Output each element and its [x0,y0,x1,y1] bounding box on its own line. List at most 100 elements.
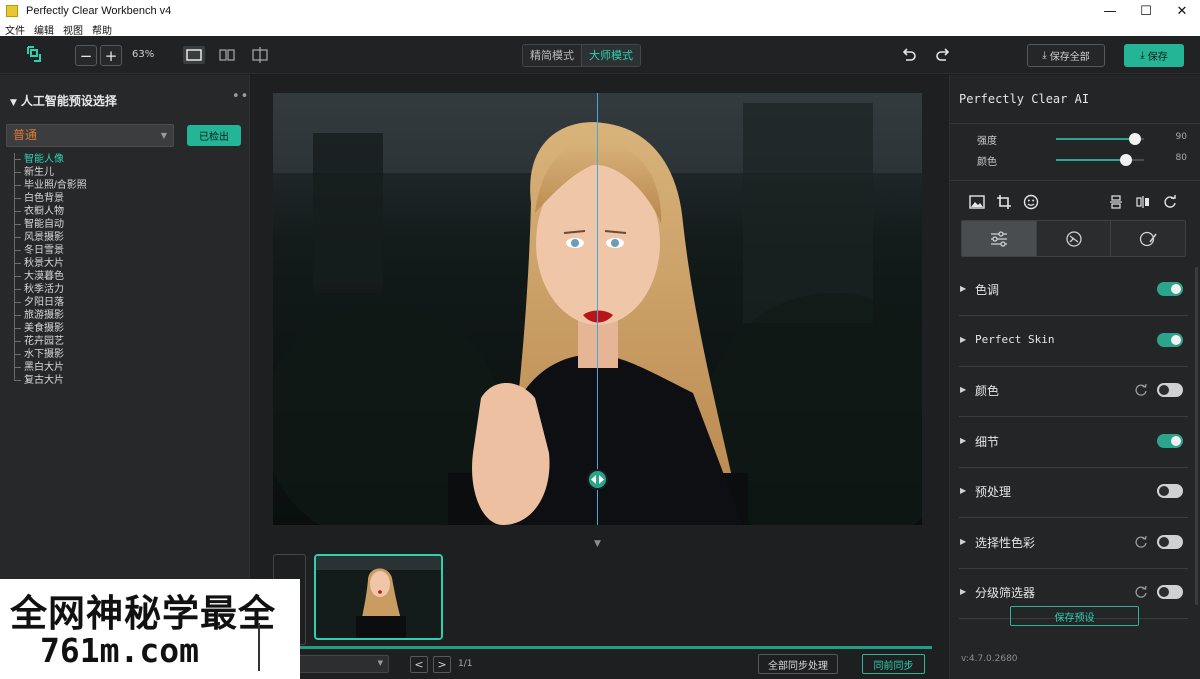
slider-track[interactable] [1056,133,1144,145]
preset-item[interactable]: 冬日雪景 [14,244,244,257]
sliders-icon [990,230,1007,247]
preset-item[interactable]: 风景摄影 [14,231,244,244]
expand-triangle-icon[interactable]: ▶ [960,436,966,445]
adjustment-section[interactable]: ▶ 选择性色彩 [959,519,1188,569]
sync-button[interactable]: 同前同步 [862,654,925,674]
reset-icon[interactable] [1134,535,1148,549]
redo-icon[interactable] [934,46,952,64]
slider-handle[interactable] [1120,154,1133,166]
preset-item[interactable]: 毕业照/合影照 [14,179,244,192]
expand-triangle-icon[interactable]: ▶ [960,486,966,495]
tab-effects[interactable] [1035,221,1111,256]
single-view-button[interactable] [183,46,205,64]
preset-item[interactable]: 复古大片 [14,374,244,387]
section-toggle[interactable] [1157,332,1183,347]
adjustment-section[interactable]: ▶ 色调 [959,266,1188,316]
crop-icon[interactable] [995,193,1013,211]
expand-triangle-icon[interactable]: ▶ [960,385,966,394]
section-toggle[interactable] [1157,433,1183,448]
section-label: Perfect Skin [975,332,1055,346]
site-watermark: 全网神秘学最全 761m.com [0,579,300,679]
section-toggle[interactable] [1157,282,1183,296]
expand-triangle-icon[interactable]: ▶ [960,587,966,596]
compare-divider-line[interactable] [597,93,598,525]
next-image-button[interactable]: > [433,656,451,673]
zoom-out-button[interactable]: − [75,45,97,66]
preset-item[interactable]: 花卉园艺 [14,335,244,348]
preset-item[interactable]: 衣橱人物 [14,205,244,218]
expand-triangle-icon[interactable]: ▶ [960,284,966,293]
zoom-in-button[interactable]: + [100,45,122,66]
save-all-button[interactable]: ⤓ 保存全部 [1027,44,1105,67]
save-preset-button[interactable]: 保存预设 [1010,606,1139,626]
toggle-knob [1171,334,1181,345]
maximize-button[interactable]: ☐ [1128,0,1164,22]
menu-view[interactable]: 视图 [63,22,83,37]
rotate-icon[interactable] [1161,193,1179,211]
preset-category-select[interactable]: 普通 ▼ [6,124,174,147]
face-icon[interactable] [1022,193,1040,211]
compare-divider-handle[interactable] [587,469,608,490]
image-icon[interactable] [968,193,986,211]
previous-image-button[interactable]: < [410,656,428,673]
close-button[interactable]: ✕ [1164,0,1200,22]
detected-button[interactable]: 已检出 [187,125,241,146]
filmstrip-progress-bar [273,646,932,649]
menu-edit[interactable]: 编辑 [34,22,54,37]
window-title: Perfectly Clear Workbench v4 [26,5,172,17]
section-toggle[interactable] [1157,383,1183,397]
adjustment-section[interactable]: ▶ 颜色 [959,367,1188,417]
reset-icon[interactable] [1134,383,1148,397]
adjustment-section[interactable]: ▶ 预处理 [959,468,1188,518]
expand-triangle-icon[interactable]: ▶ [960,335,966,344]
filmstrip-thumbnail[interactable] [314,554,443,640]
preset-panel-title[interactable]: ▼ 人工智能预设选择 [10,92,117,109]
preset-item[interactable]: 大漠暮色 [14,270,244,283]
preset-item[interactable]: 秋季活力 [14,283,244,296]
split-view-button[interactable] [249,46,271,64]
main-toolbar: − + 63% 精简模式 大师模式 ⤓ 保存全部 ⤓ 保存 [0,36,1200,74]
section-toggle[interactable] [1157,484,1183,498]
preset-item[interactable]: 夕阳日落 [14,296,244,309]
simple-mode-button[interactable]: 精简模式 [523,45,581,66]
retouch-icon [1140,231,1157,246]
adjustment-section[interactable]: ▶ 细节 [959,418,1188,468]
slider-track[interactable] [1056,154,1144,166]
preset-item[interactable]: 旅游摄影 [14,309,244,322]
undo-icon[interactable] [900,46,918,64]
preview-image[interactable] [273,93,922,525]
expand-triangle-icon[interactable]: ▶ [960,537,966,546]
minimize-button[interactable]: — [1092,0,1128,22]
save-label: 保存 [1147,52,1168,63]
toggle-knob [1159,587,1169,597]
flip-horizontal-icon[interactable] [1134,193,1152,211]
adjustment-section[interactable]: ▶ Perfect Skin [959,317,1188,367]
preset-item[interactable]: 水下摄影 [14,348,244,361]
section-label: 色调 [975,283,1000,297]
preset-item[interactable]: 秋景大片 [14,257,244,270]
side-by-side-view-button[interactable] [216,46,238,64]
slider-handle[interactable] [1129,133,1142,145]
tab-adjustments[interactable] [962,221,1036,256]
master-mode-button[interactable]: 大师模式 [581,45,640,66]
sync-all-button[interactable]: 全部同步处理 [758,654,838,674]
flip-vertical-icon[interactable] [1107,193,1125,211]
preset-item[interactable]: 白色背景 [14,192,244,205]
preset-item[interactable]: 智能人像 [14,153,244,166]
menu-help[interactable]: 帮助 [92,22,112,37]
preset-item[interactable]: 黑白大片 [14,361,244,374]
preset-item[interactable]: 新生儿 [14,166,244,179]
save-button[interactable]: ⤓ 保存 [1124,44,1184,67]
filmstrip-filter-select[interactable]: ▼ [299,655,389,673]
slider-label: 强度 [977,136,997,147]
split-view-icon [252,47,268,63]
tab-beautify[interactable] [1110,221,1185,256]
preset-item[interactable]: 美食摄影 [14,322,244,335]
preset-item[interactable]: 智能自动 [14,218,244,231]
section-toggle[interactable] [1157,534,1183,549]
version-label: v:4.7.0.2680 [961,654,1018,664]
menu-file[interactable]: 文件 [5,22,25,37]
adjustments-scrollbar[interactable] [1195,267,1198,605]
section-toggle[interactable] [1157,585,1183,599]
reset-icon[interactable] [1134,585,1148,599]
